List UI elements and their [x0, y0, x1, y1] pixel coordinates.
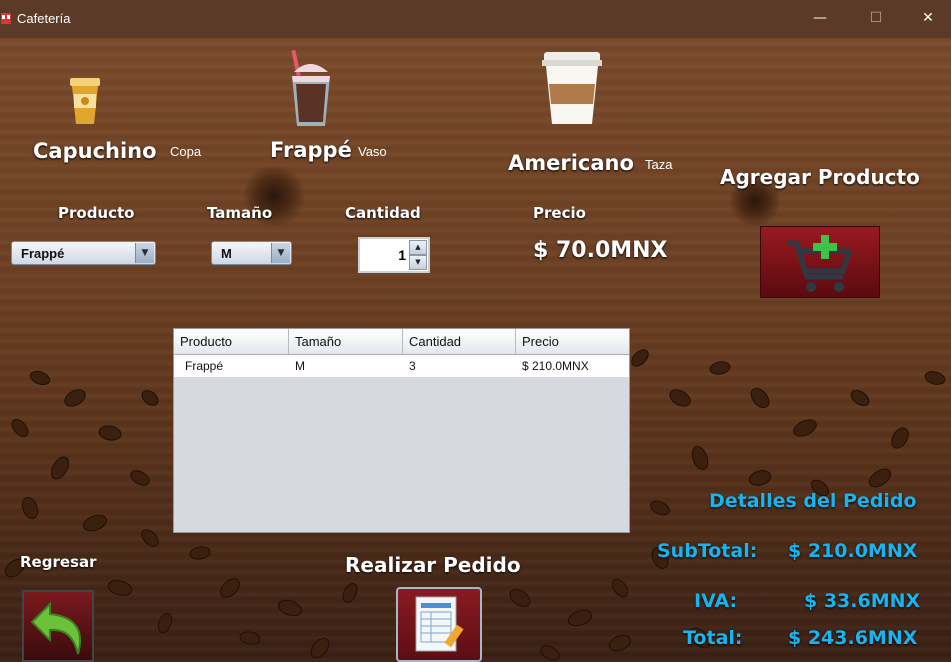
total-label: Total: [683, 627, 743, 649]
paper-cup-icon [542, 52, 602, 124]
product-container-americano: Taza [645, 157, 673, 172]
producto-label: Producto [58, 204, 135, 222]
header-producto[interactable]: Producto [174, 329, 289, 354]
main-panel: Capuchino Copa Frappé Vaso Americano Taz… [0, 38, 951, 662]
back-label: Regresar [20, 553, 97, 571]
app-icon [1, 13, 11, 24]
tamano-select[interactable]: M ▼ [211, 241, 292, 265]
subtotal-value: $ 210.0MNX [788, 540, 918, 562]
cantidad-value[interactable]: 1 [398, 247, 406, 263]
decrement-arrow-icon[interactable]: ▼ [409, 255, 427, 270]
precio-value: $ 70.0MNX [533, 238, 668, 263]
order-label: Realizar Pedido [345, 553, 521, 577]
back-button[interactable] [22, 590, 94, 662]
header-tamano[interactable]: Tamaño [289, 329, 403, 354]
iva-value: $ 33.6MNX [804, 590, 921, 612]
tamano-select-value: M [221, 246, 232, 261]
increment-arrow-icon[interactable]: ▲ [409, 240, 427, 255]
espresso-cup-icon [70, 78, 100, 124]
maximize-button[interactable]: ☐ [866, 8, 886, 28]
frappe-glass-icon [291, 50, 330, 126]
order-table[interactable]: Producto Tamaño Cantidad Precio Frappé M… [173, 328, 630, 533]
table-header: Producto Tamaño Cantidad Precio [174, 329, 629, 355]
cart-add-icon [787, 235, 852, 292]
total-value: $ 243.6MNX [788, 627, 918, 649]
product-name-americano: Americano [508, 151, 634, 175]
subtotal-label: SubTotal: [657, 540, 758, 562]
invoice-icon [415, 596, 464, 652]
iva-label: IVA: [694, 590, 738, 612]
cell-precio: $ 210.0MNX [522, 359, 589, 373]
table-row[interactable]: Frappé M 3 $ 210.0MNX [174, 355, 629, 377]
producto-select-value: Frappé [21, 246, 65, 261]
cantidad-label: Cantidad [345, 204, 421, 222]
product-name-frappe: Frappé [270, 138, 352, 162]
minimize-button[interactable]: — [810, 8, 830, 28]
product-name-capuchino: Capuchino [33, 139, 157, 163]
add-product-button[interactable] [760, 226, 880, 298]
tamano-label: Tamaño [207, 204, 273, 222]
chevron-down-icon[interactable]: ▼ [271, 243, 290, 263]
header-precio[interactable]: Precio [516, 329, 629, 354]
window-titlebar: Cafetería — ☐ ✕ [0, 0, 951, 38]
cell-cantidad: 3 [409, 359, 416, 373]
add-product-label: Agregar Producto [720, 165, 920, 189]
precio-label: Precio [533, 204, 586, 222]
cell-producto: Frappé [185, 359, 224, 373]
chevron-down-icon[interactable]: ▼ [135, 243, 154, 263]
cantidad-spinner[interactable]: 1 ▲ ▼ [358, 237, 430, 273]
place-order-button[interactable] [396, 587, 482, 662]
product-container-frappe: Vaso [358, 144, 387, 159]
close-button[interactable]: ✕ [918, 8, 938, 28]
details-title: Detalles del Pedido [709, 490, 917, 512]
window-title: Cafetería [17, 11, 71, 26]
header-cantidad[interactable]: Cantidad [403, 329, 516, 354]
product-container-capuchino: Copa [170, 144, 202, 159]
cell-tamano: M [295, 359, 305, 373]
producto-select[interactable]: Frappé ▼ [11, 241, 156, 265]
return-arrow-icon [30, 601, 82, 655]
